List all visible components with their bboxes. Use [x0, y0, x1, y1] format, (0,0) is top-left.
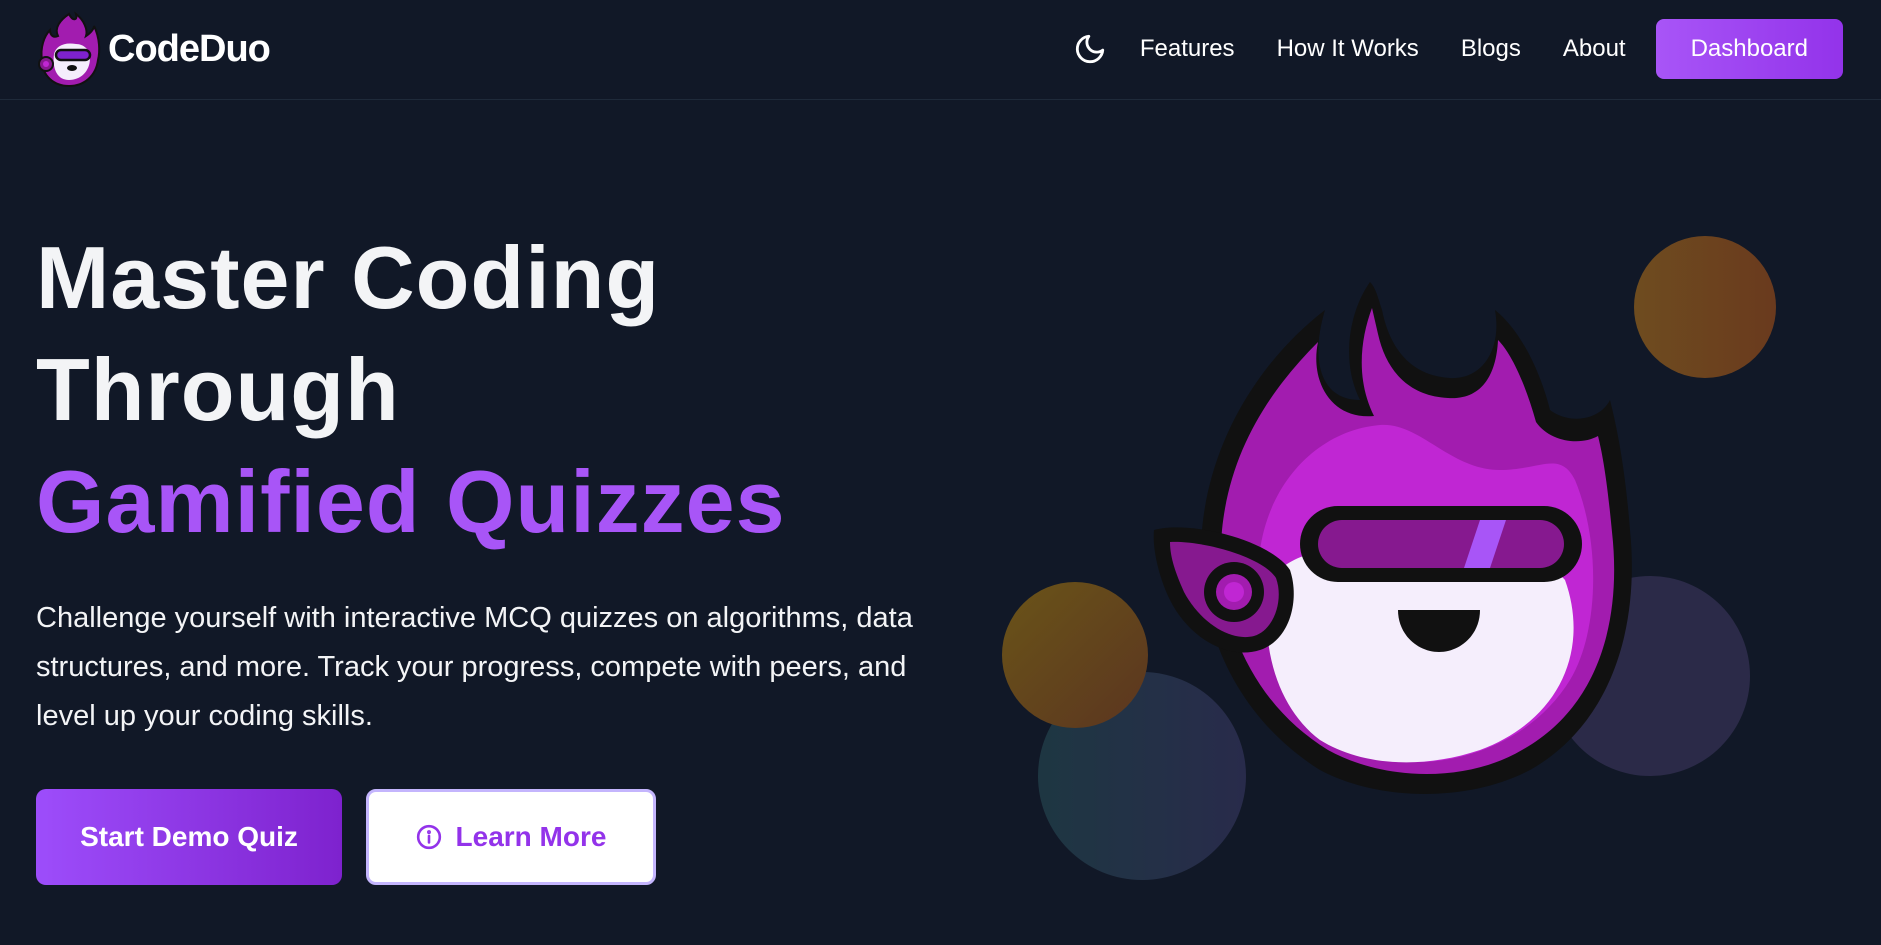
dashboard-button[interactable]: Dashboard	[1655, 19, 1843, 79]
theme-toggle-button[interactable]	[1070, 29, 1110, 69]
nav-link-blogs[interactable]: Blogs	[1461, 35, 1521, 63]
codeduo-logo-icon	[38, 11, 101, 88]
nav-link-about[interactable]: About	[1563, 35, 1626, 63]
hero-illustration	[980, 220, 1800, 920]
moon-icon	[1075, 34, 1105, 64]
hero-subtitle: Challenge yourself with interactive MCQ …	[36, 602, 913, 732]
main-nav: Features How It Works Blogs About Dashbo…	[1070, 19, 1843, 79]
brand-link[interactable]: CodeDuo	[36, 10, 271, 88]
start-demo-quiz-button[interactable]: Start Demo Quiz	[36, 789, 342, 885]
info-icon	[416, 824, 442, 850]
learn-more-label: Learn More	[455, 821, 607, 852]
hero-title-highlight: Gamified Quizzes	[36, 452, 786, 551]
navbar: CodeDuo Features How It Works Blogs Abou…	[0, 0, 1881, 100]
flame-mascot-illustration	[1153, 282, 1632, 794]
brand-name: CodeDuo	[108, 27, 271, 70]
nav-link-features[interactable]: Features	[1140, 35, 1235, 63]
hero-title-line-2: Through	[36, 340, 400, 439]
nav-link-how-it-works[interactable]: How It Works	[1277, 35, 1419, 63]
decorative-blob-orange-left	[1002, 582, 1148, 728]
hero-title-line-1: Master Coding	[36, 228, 661, 327]
learn-more-button[interactable]: Learn More	[366, 789, 656, 885]
hero-title: Master Coding Through Gamified Quizzes	[36, 222, 786, 558]
